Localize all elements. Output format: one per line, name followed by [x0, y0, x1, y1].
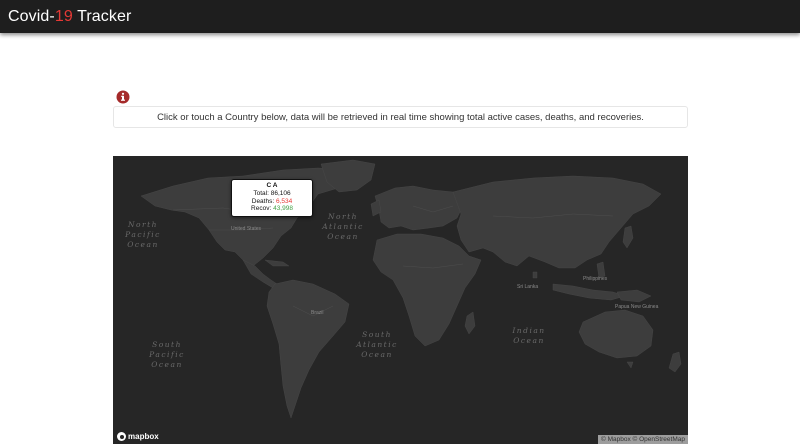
map-land-layer[interactable] [113, 156, 688, 444]
mapbox-logo[interactable]: mapbox [117, 432, 159, 441]
popup-deaths-row: Deaths: 6,534 [232, 198, 312, 206]
top-navbar: Covid-19 Tracker [0, 0, 800, 33]
world-map[interactable]: North Pacific Ocean North Atlantic Ocean… [113, 156, 688, 444]
place-label-brazil: Brazil [311, 310, 324, 316]
popup-recov-value: 43,998 [273, 205, 293, 213]
map-attribution[interactable]: © Mapbox © OpenStreetMap [597, 435, 688, 444]
ocean-label-north-atlantic: North Atlantic Ocean [322, 212, 364, 241]
new-zealand-landmass [668, 351, 682, 373]
tasmania-landmass [626, 361, 634, 369]
instructions-text: Click or touch a Country below, data wil… [157, 111, 644, 123]
sri-lanka-landmass [532, 271, 538, 279]
app-title-prefix: Covid- [8, 8, 55, 25]
place-label-philippines: Philippines [583, 276, 608, 282]
caribbean-islands [264, 259, 290, 267]
madagascar-landmass [464, 311, 476, 335]
place-label-sri-lanka: Sri Lanka [517, 284, 539, 290]
popup-deaths-value: 6,534 [275, 197, 293, 205]
app-title[interactable]: Covid-19 Tracker [8, 0, 131, 33]
popup-total-value: 86,106 [270, 189, 291, 197]
app-title-accent: 19 [54, 8, 73, 25]
mapbox-logo-text: mapbox [128, 432, 159, 441]
popup-country-code: C A [266, 182, 278, 189]
asia-landmass [452, 175, 662, 269]
place-label-papua-new-guinea: Papua New Guinea [615, 304, 659, 310]
popup-deaths-label: Deaths: [251, 197, 276, 205]
country-popup: C A Total: 86,106 Deaths: 6,534 Recov: 4… [231, 179, 313, 217]
info-circle-icon [116, 90, 130, 104]
ocean-label-indian: Indian Ocean [512, 326, 546, 345]
new-guinea-landmass [616, 289, 652, 303]
europe-landmass [374, 185, 464, 231]
instructions-box: Click or touch a Country below, data wil… [113, 106, 688, 128]
australia-landmass [578, 309, 654, 359]
south-america-landmass [266, 279, 350, 419]
popup-recov-label: Recov: [251, 205, 274, 213]
ocean-label-south-atlantic: South Atlantic Ocean [356, 330, 398, 359]
mapbox-logo-icon [117, 432, 126, 441]
place-label-united-states: United States [231, 226, 262, 232]
ocean-label-south-pacific: South Pacific Ocean [149, 340, 185, 369]
app-title-suffix: Tracker [72, 8, 132, 25]
ocean-label-north-pacific: North Pacific Ocean [125, 220, 161, 249]
popup-recov-row: Recov: 43,998 [232, 205, 312, 213]
popup-total-label: Total: [253, 189, 271, 197]
popup-total-row: Total: 86,106 [232, 190, 312, 198]
japan-landmass [622, 225, 634, 249]
indonesia-islands [552, 283, 626, 301]
